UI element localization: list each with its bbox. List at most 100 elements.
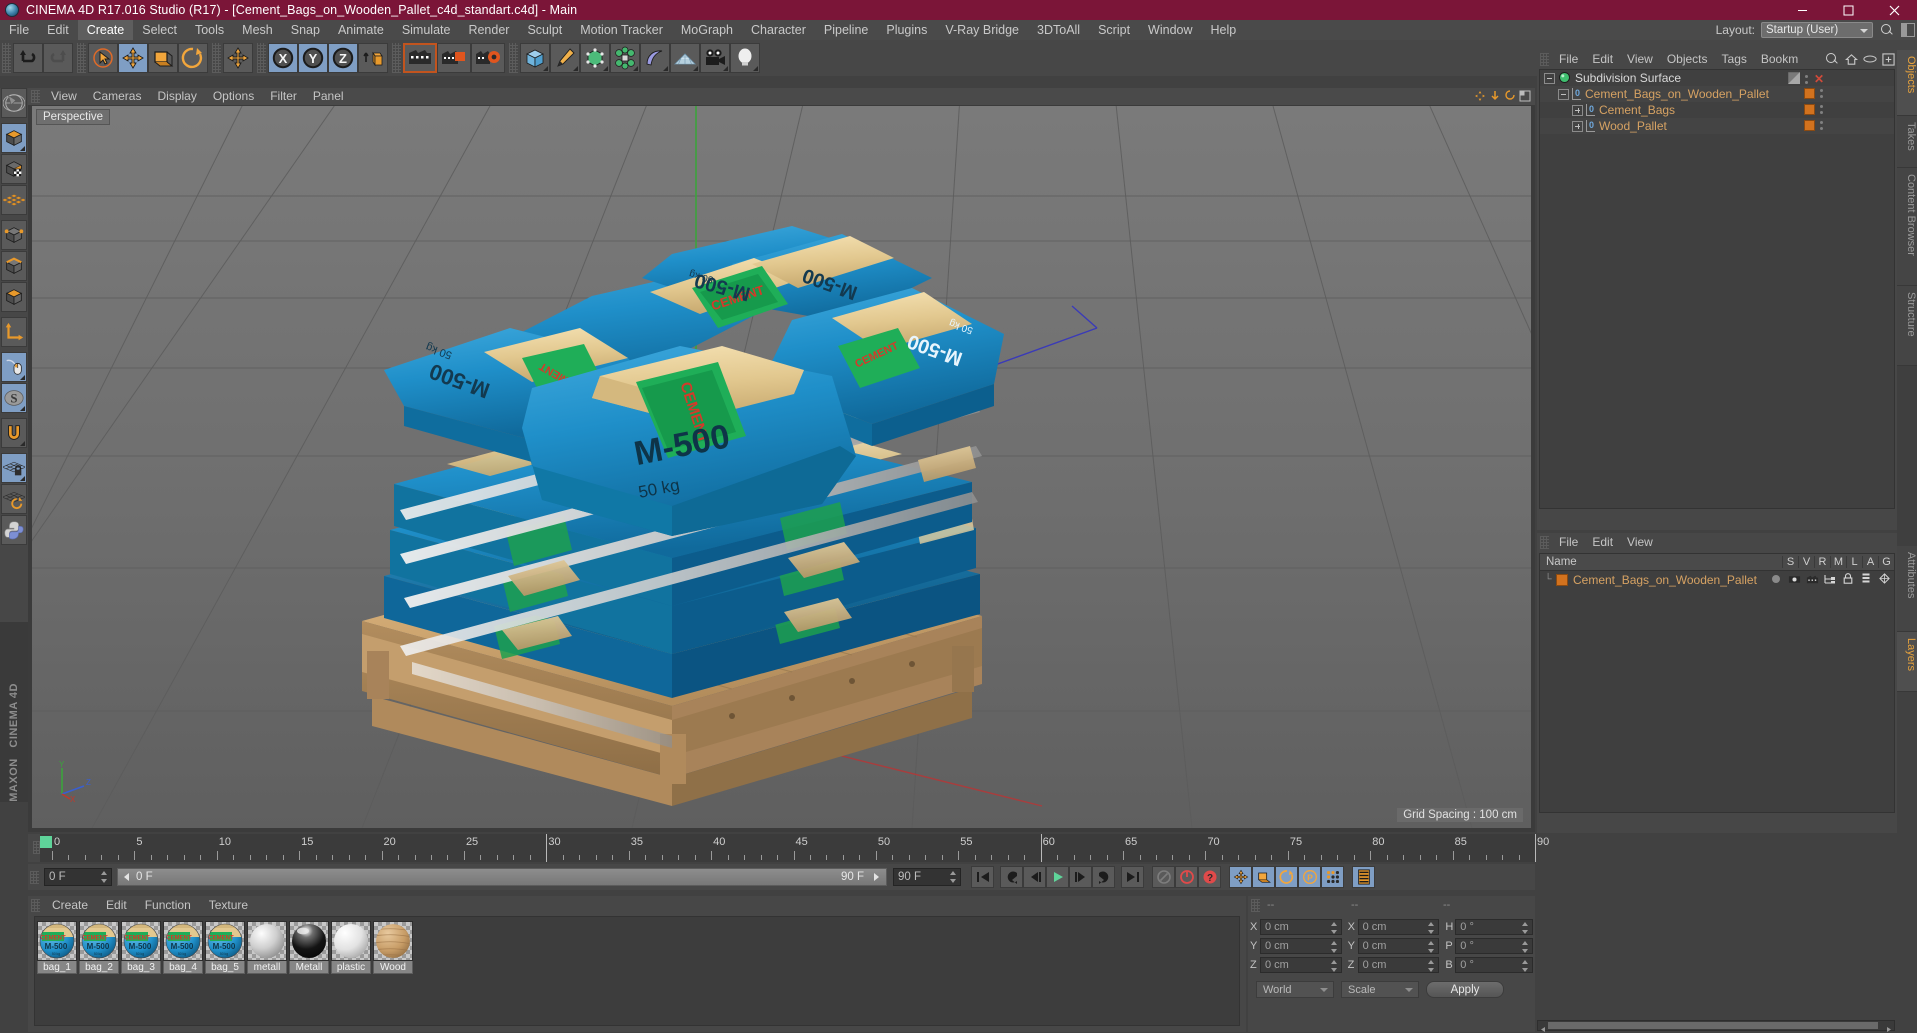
menu-pipeline[interactable]: Pipeline bbox=[815, 20, 877, 40]
size-y-field[interactable]: 0 cm bbox=[1357, 937, 1440, 954]
record-active-objects-button[interactable] bbox=[1152, 866, 1175, 888]
object-menu-file[interactable]: File bbox=[1552, 50, 1585, 68]
layer-column-m[interactable]: M bbox=[1830, 556, 1846, 568]
material-item[interactable]: plastic bbox=[331, 921, 371, 1021]
viewport-menu-options[interactable]: Options bbox=[205, 88, 262, 105]
menu-select[interactable]: Select bbox=[133, 20, 186, 40]
coordinate-system-select[interactable]: World bbox=[1256, 981, 1334, 998]
timeline-settings-button[interactable] bbox=[1352, 866, 1375, 888]
add-spline-button[interactable] bbox=[550, 43, 580, 73]
menu-3dtoall[interactable]: 3DToAll bbox=[1028, 20, 1089, 40]
polygons-mode-tool[interactable] bbox=[1, 282, 27, 312]
layer-menu-file[interactable]: File bbox=[1552, 533, 1585, 551]
render-settings-button[interactable] bbox=[471, 43, 505, 73]
lock-workplane-tool[interactable] bbox=[1, 453, 27, 483]
position-y-field[interactable]: 0 cm bbox=[1259, 937, 1342, 954]
tab-objects[interactable]: Objects bbox=[1897, 50, 1917, 116]
material-preview-bag_2[interactable]: CEMENT M-500 50 kg bbox=[79, 921, 119, 961]
eye-icon[interactable] bbox=[1863, 54, 1877, 64]
slider-left-arrow-icon[interactable] bbox=[121, 871, 133, 883]
layer-row[interactable]: └ Cement_Bags_on_Wooden_Pallet bbox=[1540, 571, 1894, 588]
coordinate-mode-select[interactable]: Scale bbox=[1341, 981, 1419, 998]
toolbar-grip-5[interactable] bbox=[392, 43, 401, 73]
apply-button[interactable]: Apply bbox=[1426, 981, 1504, 998]
autokeying-button[interactable] bbox=[1175, 866, 1198, 888]
viewport-menu-filter[interactable]: Filter bbox=[262, 88, 305, 105]
material-item[interactable]: CEMENT M-500 50 kg bag_1 bbox=[37, 921, 77, 1021]
object-tree-row[interactable]: 0 Cement_Bags bbox=[1540, 102, 1894, 118]
layer-solo-toggle[interactable] bbox=[1768, 573, 1784, 587]
add-scene-object-button[interactable] bbox=[640, 43, 670, 73]
viewport-menu-cameras[interactable]: Cameras bbox=[85, 88, 150, 105]
expand-icon[interactable] bbox=[1572, 120, 1583, 132]
close-icon[interactable]: ✕ bbox=[1814, 73, 1824, 85]
workplane-tool[interactable] bbox=[1, 484, 27, 514]
move-tool[interactable] bbox=[118, 43, 148, 73]
toolbar-grip-3[interactable] bbox=[212, 43, 221, 73]
spinner-icon-2[interactable] bbox=[950, 871, 957, 883]
material-list[interactable]: CEMENT M-500 50 kg bag_1 CEMENT M-500 50… bbox=[34, 916, 1240, 1026]
position-x-field[interactable]: 0 cm bbox=[1259, 918, 1342, 935]
rotate-tool[interactable] bbox=[178, 43, 208, 73]
lock-y-axis[interactable]: Y bbox=[298, 43, 328, 73]
menu-window[interactable]: Window bbox=[1139, 20, 1201, 40]
material-menu-function[interactable]: Function bbox=[136, 896, 200, 914]
tab-layers[interactable]: Layers bbox=[1897, 632, 1917, 692]
spinner-icon[interactable] bbox=[1521, 940, 1529, 953]
object-menu-edit[interactable]: Edit bbox=[1585, 50, 1620, 68]
rotation-h-field[interactable]: 0 ° bbox=[1455, 918, 1533, 935]
scale-key-button[interactable] bbox=[1252, 866, 1275, 888]
material-preview-bag_5[interactable]: CEMENT M-500 50 kg bbox=[205, 921, 245, 961]
layer-column-a[interactable]: A bbox=[1862, 556, 1878, 568]
tab-takes[interactable]: Takes bbox=[1897, 116, 1917, 168]
position-key-button[interactable] bbox=[1229, 866, 1252, 888]
expand-icon[interactable] bbox=[1572, 104, 1583, 116]
menu-render[interactable]: Render bbox=[459, 20, 518, 40]
playback-grip[interactable] bbox=[30, 870, 39, 884]
render-to-picture-viewer-button[interactable] bbox=[437, 43, 471, 73]
layer-horizontal-scrollbar[interactable] bbox=[1537, 1020, 1895, 1032]
object-tree-row[interactable]: 0 Cement_Bags_on_Wooden_Pallet bbox=[1540, 86, 1894, 102]
layer-tag-icon[interactable] bbox=[1804, 88, 1815, 99]
texture-mode-tool[interactable] bbox=[1, 154, 27, 184]
enable-snapping-tool[interactable]: S bbox=[1, 383, 27, 413]
layer-color-swatch[interactable] bbox=[1556, 573, 1568, 586]
material-preview-bag_4[interactable]: CEMENT M-500 50 kg bbox=[163, 921, 203, 961]
rotation-key-button[interactable] bbox=[1275, 866, 1298, 888]
layer-manager-toggle[interactable] bbox=[1822, 573, 1838, 587]
material-item[interactable]: CEMENT M-500 50 kg bag_3 bbox=[121, 921, 161, 1021]
scrollbar-thumb[interactable] bbox=[1548, 1022, 1878, 1029]
size-z-field[interactable]: 0 cm bbox=[1357, 956, 1440, 973]
add-floor-button[interactable] bbox=[670, 43, 700, 73]
toolbar-grip-2[interactable] bbox=[77, 43, 86, 73]
object-tree[interactable]: Subdivision Surface ✕ 0 Cement_Bags_on_Wood… bbox=[1539, 69, 1895, 509]
toolbar-grip-6[interactable] bbox=[509, 43, 518, 73]
spinner-icon[interactable] bbox=[1521, 959, 1529, 972]
undo-button[interactable] bbox=[13, 43, 43, 73]
spinner-icon[interactable] bbox=[1330, 921, 1338, 934]
redo-button[interactable] bbox=[43, 43, 73, 73]
add-camera-button[interactable] bbox=[700, 43, 730, 73]
python-script-tool[interactable] bbox=[1, 515, 27, 545]
model-mode-tool[interactable] bbox=[1, 123, 27, 153]
fit-icon[interactable] bbox=[1882, 52, 1895, 66]
close-button[interactable] bbox=[1871, 0, 1917, 20]
menu-mesh[interactable]: Mesh bbox=[233, 20, 282, 40]
keyframe-selection-button[interactable]: ? bbox=[1198, 866, 1221, 888]
layer-lock-toggle[interactable] bbox=[1840, 572, 1856, 587]
material-preview-Wood[interactable] bbox=[373, 921, 413, 961]
menu-script[interactable]: Script bbox=[1089, 20, 1139, 40]
tab-attributes[interactable]: Attributes bbox=[1897, 546, 1917, 632]
menu-edit[interactable]: Edit bbox=[38, 20, 78, 40]
layer-column-v[interactable]: V bbox=[1798, 556, 1814, 568]
slider-right-arrow-icon[interactable] bbox=[870, 871, 882, 883]
scroll-left-arrow-icon[interactable] bbox=[1539, 1022, 1548, 1032]
phong-tag-icon[interactable] bbox=[1787, 71, 1801, 87]
material-item[interactable]: CEMENT M-500 50 kg bag_4 bbox=[163, 921, 203, 1021]
material-item[interactable]: Metall bbox=[289, 921, 329, 1021]
play-button[interactable] bbox=[1046, 866, 1069, 888]
home-icon[interactable] bbox=[1845, 53, 1858, 66]
viewport-pan-icon[interactable] bbox=[1474, 90, 1486, 102]
layer-manager-grip[interactable] bbox=[1540, 535, 1549, 549]
object-menu-bookmarks[interactable]: Bookm bbox=[1754, 50, 1805, 68]
